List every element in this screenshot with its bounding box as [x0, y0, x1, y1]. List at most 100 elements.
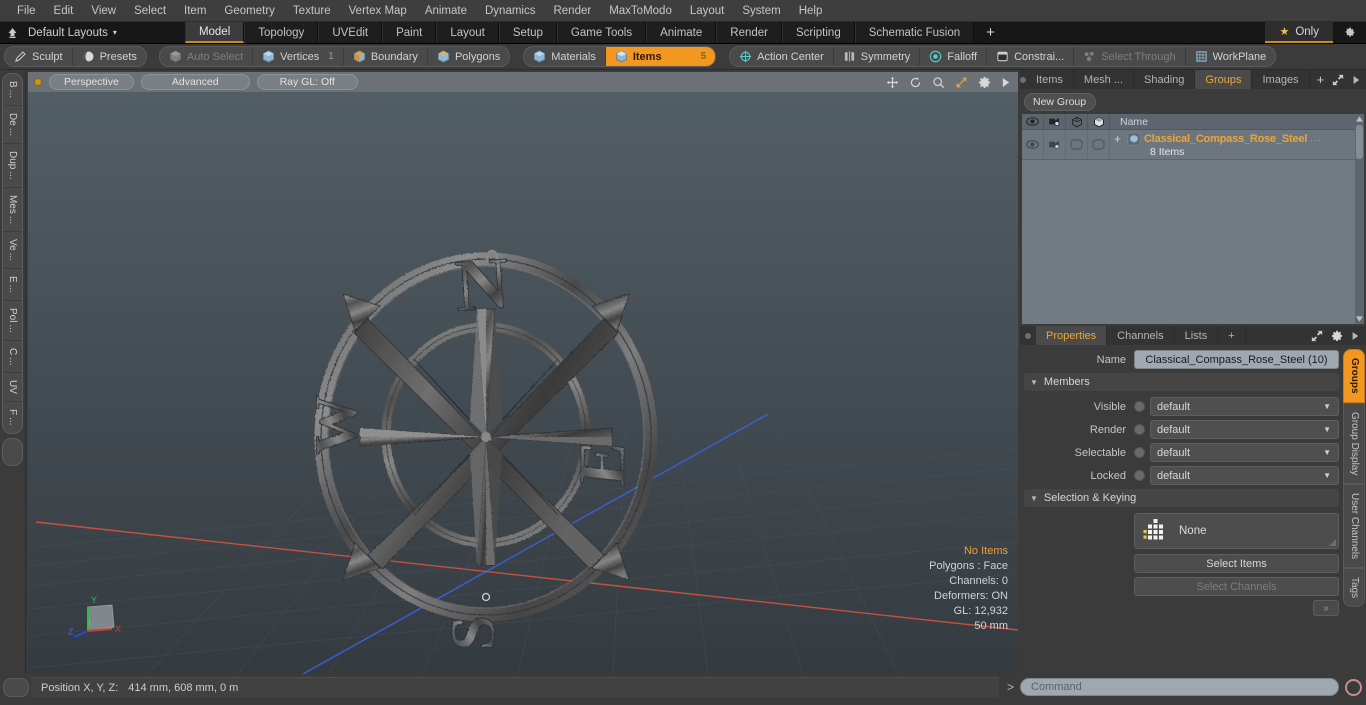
bottom-left-tab[interactable]	[3, 677, 29, 697]
constraint-button[interactable]: Constrai...	[987, 47, 1075, 66]
zoom-icon[interactable]	[932, 76, 945, 89]
menu-item-vertex-map[interactable]: Vertex Map	[340, 2, 416, 20]
viewport-menu-dot-icon[interactable]	[34, 78, 42, 86]
locked-radio[interactable]	[1134, 470, 1145, 481]
rotate-icon[interactable]	[909, 76, 922, 89]
group-tree-empty-area[interactable]	[1022, 160, 1355, 324]
menu-item-animate[interactable]: Animate	[416, 2, 476, 20]
render-dropdown[interactable]: default ▼	[1150, 420, 1339, 439]
menu-item-render[interactable]: Render	[544, 2, 600, 20]
tab-model[interactable]: Model	[184, 22, 245, 43]
workplane-button[interactable]: WorkPlane	[1186, 47, 1276, 66]
vtab-user-channels[interactable]: User Channels	[1343, 483, 1365, 569]
visible-radio[interactable]	[1134, 401, 1145, 412]
items-button[interactable]: Items 5	[605, 47, 716, 66]
viewport-raygl-button[interactable]: Ray GL: Off	[256, 74, 358, 90]
left-tab-duplicate[interactable]: Dup ...	[3, 144, 22, 188]
expand-properties-button[interactable]: »	[1313, 600, 1339, 616]
left-tab-edge[interactable]: E ...	[3, 269, 22, 302]
tab-schematic-fusion[interactable]: Schematic Fusion	[854, 22, 975, 43]
materials-button[interactable]: Materials	[524, 47, 606, 66]
tab-layout[interactable]: Layout	[436, 22, 499, 43]
members-section-header[interactable]: ▼ Members	[1024, 373, 1339, 391]
col-wireframe-icon[interactable]	[1066, 114, 1088, 129]
row-shading-toggle[interactable]	[1088, 130, 1110, 159]
falloff-button[interactable]: Falloff	[920, 47, 988, 66]
menu-item-layout[interactable]: Layout	[681, 2, 734, 20]
menu-item-dynamics[interactable]: Dynamics	[476, 2, 544, 20]
row-wireframe-toggle[interactable]	[1066, 130, 1088, 159]
menu-item-maxtomodo[interactable]: MaxToModo	[600, 2, 681, 20]
boundary-button[interactable]: Boundary	[344, 47, 428, 66]
symmetry-button[interactable]: Symmetry	[834, 47, 921, 66]
row-render-icon[interactable]	[1044, 130, 1066, 159]
tab-properties[interactable]: Properties	[1036, 326, 1108, 345]
tab-lists[interactable]: Lists	[1175, 326, 1219, 345]
left-tab-deform[interactable]: De ...	[3, 106, 22, 145]
tab-paint[interactable]: Paint	[382, 22, 437, 43]
viewport-shading-button[interactable]: Advanced	[140, 74, 250, 90]
render-radio[interactable]	[1134, 424, 1145, 435]
menu-item-select[interactable]: Select	[125, 2, 175, 20]
selection-set-dropdown[interactable]: None	[1134, 513, 1339, 549]
new-group-button[interactable]: New Group	[1024, 93, 1096, 111]
selection-keying-section-header[interactable]: ▼ Selection & Keying	[1024, 489, 1339, 507]
visible-dropdown[interactable]: default ▼	[1150, 397, 1339, 416]
tab-items[interactable]: Items	[1026, 70, 1074, 89]
tab-game-tools[interactable]: Game Tools	[556, 22, 647, 43]
polygons-button[interactable]: Polygons	[428, 47, 509, 66]
tab-images[interactable]: Images	[1252, 70, 1310, 89]
record-macro-button[interactable]	[1345, 678, 1362, 696]
tab-topology[interactable]: Topology	[244, 22, 319, 43]
tab-setup[interactable]: Setup	[498, 22, 557, 43]
table-row[interactable]: + Classical_Compass_Rose_Steel ... 8 Ite…	[1022, 130, 1355, 160]
tab-channels[interactable]: Channels	[1107, 326, 1175, 345]
command-input[interactable]: Command	[1020, 678, 1339, 696]
tab-mesh[interactable]: Mesh ...	[1074, 70, 1135, 89]
auto-select-button[interactable]: Auto Select	[160, 47, 254, 66]
sculpt-button[interactable]: Sculpt	[5, 47, 73, 66]
group-tree-scrollbar[interactable]	[1355, 114, 1364, 324]
vtab-group-display[interactable]: Group Display	[1343, 402, 1365, 484]
panel-more-icon[interactable]	[1352, 75, 1360, 85]
scroll-up-arrow-icon[interactable]	[1355, 114, 1364, 124]
left-tab-polygon[interactable]: Pol ...	[3, 301, 22, 341]
expand-plus-icon[interactable]: +	[1114, 132, 1124, 146]
viewport-3d[interactable]: N E S W No Items Polygons : Face Channel…	[28, 92, 1018, 674]
add-tab-button[interactable]: +	[974, 22, 1007, 43]
gear-icon[interactable]	[978, 76, 991, 89]
col-shading-icon[interactable]	[1088, 114, 1110, 129]
tab-uvedit[interactable]: UVEdit	[318, 22, 383, 43]
menu-item-file[interactable]: File	[8, 2, 45, 20]
action-center-button[interactable]: Action Center	[730, 47, 834, 66]
selectable-dropdown[interactable]: default ▼	[1150, 443, 1339, 462]
left-tab-uv[interactable]: UV	[3, 373, 22, 403]
panel-more-icon[interactable]	[1351, 331, 1359, 341]
home-icon[interactable]	[0, 22, 24, 43]
settings-gear-button[interactable]	[1333, 22, 1366, 43]
menu-item-view[interactable]: View	[82, 2, 125, 20]
maximize-icon[interactable]	[1311, 330, 1323, 342]
presets-button[interactable]: Presets	[73, 47, 146, 66]
col-render-icon[interactable]	[1044, 114, 1066, 129]
add-panel-tab-button[interactable]: +	[1317, 72, 1325, 87]
add-properties-tab-button[interactable]: +	[1218, 326, 1246, 345]
only-toggle-button[interactable]: ★ Only	[1265, 22, 1333, 43]
tab-shading[interactable]: Shading	[1134, 70, 1196, 89]
tab-render[interactable]: Render	[716, 22, 782, 43]
left-tab-mesh[interactable]: Mes ...	[3, 188, 22, 233]
name-field[interactable]: Classical_Compass_Rose_Steel (10)	[1134, 350, 1339, 369]
selectable-radio[interactable]	[1134, 447, 1145, 458]
scroll-thumb[interactable]	[1356, 125, 1363, 159]
row-visible-eye-icon[interactable]	[1022, 130, 1044, 159]
left-tab-vertex[interactable]: Ve ...	[3, 232, 22, 270]
menu-item-item[interactable]: Item	[175, 2, 215, 20]
properties-menu-dot-icon[interactable]	[1020, 326, 1036, 345]
scroll-down-arrow-icon[interactable]	[1355, 314, 1364, 324]
left-tab-basic[interactable]: B ...	[3, 74, 22, 107]
default-layouts-dropdown[interactable]: Default Layouts ▾	[24, 22, 127, 43]
vtab-tags[interactable]: Tags	[1343, 568, 1365, 608]
left-tab-fusion[interactable]: F ...	[3, 402, 22, 432]
tab-scripting[interactable]: Scripting	[781, 22, 855, 43]
left-tab-curve[interactable]: C ...	[3, 341, 22, 374]
